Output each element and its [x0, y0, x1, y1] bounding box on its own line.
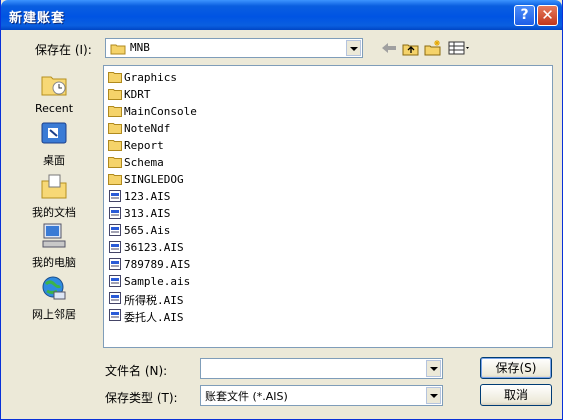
folder-icon [108, 72, 122, 83]
help-icon: ? [520, 7, 529, 23]
folder-open-icon [110, 44, 126, 55]
recent-folder-icon [41, 76, 67, 96]
file-icon [109, 275, 121, 287]
desktop-icon [41, 122, 67, 144]
folder-icon [108, 157, 122, 168]
help-button[interactable]: ? [514, 5, 535, 26]
new-folder-icon[interactable] [424, 40, 442, 56]
file-name: 313.AIS [124, 207, 171, 220]
place-label-desktop: 桌面 [43, 154, 65, 167]
place-my-computer[interactable]: 我的电脑 [14, 222, 94, 272]
file-name: MainConsole [124, 105, 197, 118]
my-computer-icon [42, 223, 66, 248]
up-folder-icon[interactable] [402, 40, 420, 56]
place-label-network: 网上邻居 [32, 308, 76, 321]
filetype-value: 账套文件 (*.AIS) [205, 390, 288, 403]
place-desktop[interactable]: 桌面 [14, 118, 94, 168]
file-list[interactable]: Graphics KDRT MainConsole NoteNdf Report Sche… [103, 65, 553, 348]
filetype-dropdown-button[interactable] [426, 387, 441, 404]
folder-icon [108, 89, 122, 100]
file-name: 委托人.AIS [124, 311, 184, 324]
view-menu-icon[interactable] [448, 40, 472, 56]
file-name: 123.AIS [124, 190, 171, 203]
folder-icon [108, 123, 122, 134]
file-name: 565.Ais [124, 224, 171, 237]
file-icon [109, 241, 121, 253]
filename-label: 文件名 (N): [105, 364, 168, 378]
cancel-button[interactable]: 取消 [480, 384, 552, 406]
place-network[interactable]: 网上邻居 [14, 274, 94, 324]
file-name: 789789.AIS [124, 258, 191, 271]
folder-icon [108, 174, 122, 185]
lookin-dropdown-button[interactable] [346, 40, 361, 56]
save-dialog: 新建账套 ? ✕ 保存在 (I): MNB Recent 桌面 我的文档 我的电… [0, 0, 563, 420]
back-arrow-icon[interactable] [380, 40, 398, 56]
lookin-value: MNB [130, 41, 150, 54]
my-documents-icon [41, 174, 67, 199]
file-name: SINGLEDOG [124, 173, 184, 186]
file-name: Report [124, 139, 164, 152]
close-button[interactable]: ✕ [537, 5, 558, 26]
window-title: 新建账套 [9, 11, 66, 26]
file-icon [109, 292, 121, 304]
network-places-icon [42, 276, 66, 300]
file-name: 36123.AIS [124, 241, 184, 254]
file-name: Graphics [124, 71, 177, 84]
close-icon: ✕ [541, 6, 554, 24]
place-label-my-documents: 我的文档 [32, 206, 76, 219]
place-label-recent: Recent [34, 102, 74, 115]
file-name: NoteNdf [124, 122, 171, 135]
save-button[interactable]: 保存(S) [480, 357, 552, 379]
file-icon [109, 224, 121, 236]
file-name: Sample.ais [124, 275, 191, 288]
file-icon [109, 309, 121, 321]
place-label-my-computer: 我的电脑 [32, 256, 76, 269]
file-name: Schema [124, 156, 164, 169]
filetype-select[interactable]: 账套文件 (*.AIS) [200, 385, 443, 406]
folder-icon [108, 106, 122, 117]
folder-icon [108, 140, 122, 151]
file-name: 所得税.AIS [124, 294, 184, 307]
filename-dropdown-button[interactable] [426, 360, 441, 377]
file-icon [109, 258, 121, 270]
lookin-label: 保存在 (I): [35, 43, 92, 57]
title-bar[interactable]: 新建账套 ? ✕ [1, 0, 562, 30]
lookin-combo[interactable]: MNB [105, 38, 363, 58]
place-my-documents[interactable]: 我的文档 [14, 170, 94, 220]
filename-input[interactable] [200, 358, 443, 379]
file-name: KDRT [124, 88, 151, 101]
file-icon [109, 207, 121, 219]
filetype-label: 保存类型 (T): [105, 391, 178, 405]
place-recent[interactable]: Recent [14, 64, 94, 115]
file-icon [109, 190, 121, 202]
